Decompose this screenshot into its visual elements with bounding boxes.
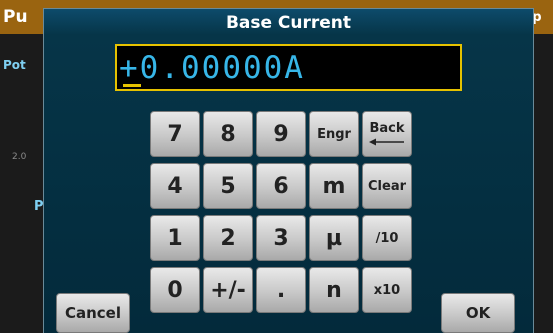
key-7[interactable]: 7 <box>150 111 200 157</box>
key-times-10[interactable]: x10 <box>362 267 412 313</box>
key-divide-10[interactable]: /10 <box>362 215 412 261</box>
key-0[interactable]: 0 <box>150 267 200 313</box>
value-display-field[interactable]: +0.00000A <box>115 44 462 91</box>
input-cursor <box>123 84 141 87</box>
key-back[interactable]: Back <box>362 111 412 157</box>
key-5[interactable]: 5 <box>203 163 253 209</box>
key-decimal-point[interactable]: . <box>256 267 306 313</box>
key-plus-minus[interactable]: +/- <box>203 267 253 313</box>
cancel-button[interactable]: Cancel <box>56 293 130 333</box>
background-title-left: Pu <box>3 7 28 27</box>
key-3[interactable]: 3 <box>256 215 306 261</box>
key-nano[interactable]: n <box>309 267 359 313</box>
ok-button[interactable]: OK <box>441 293 515 333</box>
key-6[interactable]: 6 <box>256 163 306 209</box>
key-clear[interactable]: Clear <box>362 163 412 209</box>
background-label: Pot <box>3 58 26 72</box>
key-9[interactable]: 9 <box>256 111 306 157</box>
key-micro[interactable]: µ <box>309 215 359 261</box>
key-4[interactable]: 4 <box>150 163 200 209</box>
dialog-title: Base Current <box>225 13 352 33</box>
background-axis-value: 2.0 <box>12 152 27 162</box>
key-2[interactable]: 2 <box>203 215 253 261</box>
left-arrow-icon <box>369 138 404 146</box>
key-1[interactable]: 1 <box>150 215 200 261</box>
key-engr[interactable]: Engr <box>309 111 359 157</box>
value-display-text: +0.00000A <box>119 50 305 86</box>
key-back-label: Back <box>369 121 405 136</box>
key-milli[interactable]: m <box>309 163 359 209</box>
key-8[interactable]: 8 <box>203 111 253 157</box>
numeric-entry-dialog: Base Current +0.00000A 7 8 9 Engr Back 4… <box>43 8 534 333</box>
